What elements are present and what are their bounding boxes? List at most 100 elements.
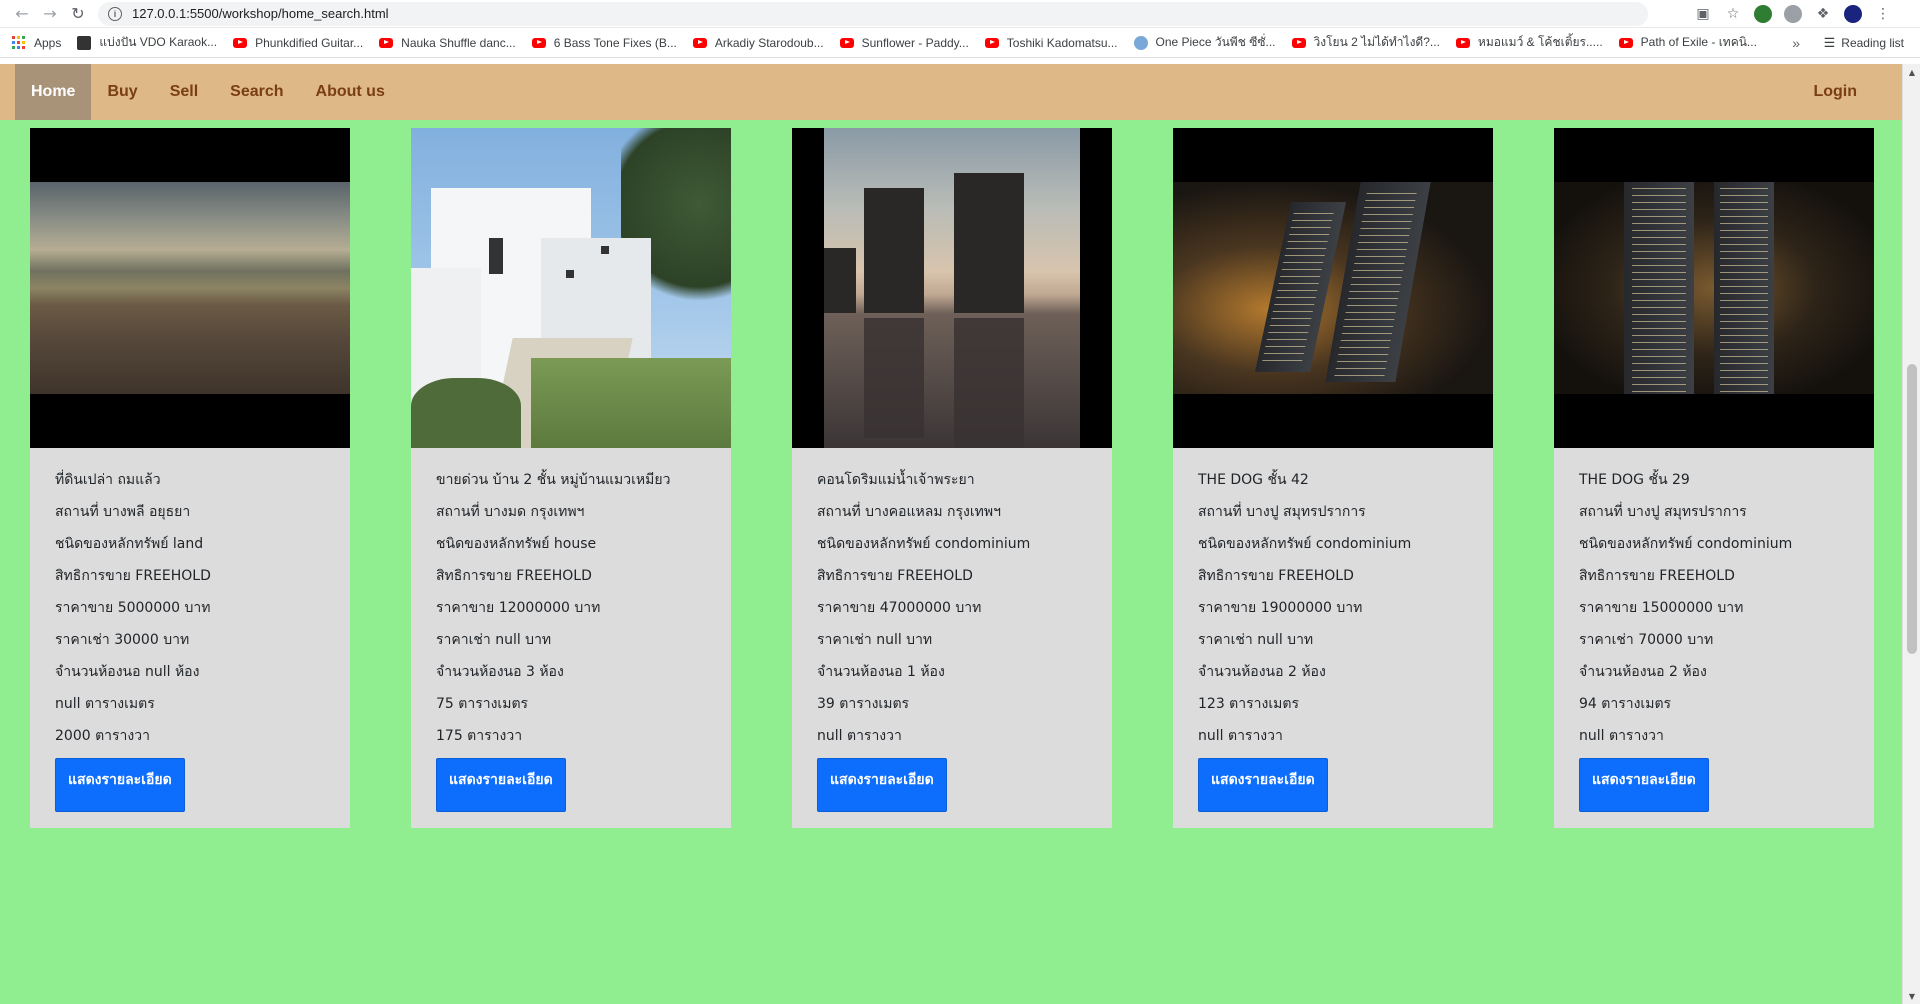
property-area-sqwa: null ตารางวา (1198, 728, 1283, 744)
property-rent-price: ราคาเช่า null บาท (436, 632, 552, 648)
property-photo (30, 128, 350, 448)
bookmark-item[interactable]: วิงโยน 2 ไม่ได้ทำไงดี?... (1291, 33, 1440, 52)
property-card-body: คอนโดริมแม่น้ำเจ้าพระยา สถานที่ บางคอแหล… (792, 448, 1112, 832)
property-card: ที่ดินเปล่า ถมแล้ว สถานที่ บางพลี อยุธยา… (30, 128, 350, 828)
youtube-icon (233, 37, 248, 48)
property-title: ขายด่วน บ้าน 2 ชั้น หมู่บ้านแมวเหมียว (436, 472, 671, 488)
bookmark-item[interactable]: One Piece วันพีช ซีซั่... (1133, 33, 1276, 52)
profile-avatar-icon[interactable] (1844, 4, 1862, 23)
bookmark-label: Path of Exile - เทคนิ... (1640, 35, 1757, 49)
property-area-sqm: 75 ตารางเมตร (436, 696, 529, 712)
bookmark-item[interactable]: Phunkdified Guitar... (233, 36, 363, 50)
bookmark-label: Sunflower - Paddy... (861, 35, 969, 50)
property-title: ที่ดินเปล่า ถมแล้ว (55, 472, 161, 488)
bookmark-label: แบ่งปัน VDO Karaok... (99, 35, 218, 49)
bookmark-item[interactable]: Path of Exile - เทคนิ... (1618, 33, 1757, 52)
bookmark-item[interactable]: Toshiki Kadomatsu... (984, 36, 1118, 50)
bookmark-apps[interactable]: Apps (12, 35, 61, 50)
address-bar[interactable]: i 127.0.0.1:5500/workshop/home_search.ht… (98, 1, 1648, 26)
property-rights: สิทธิการขาย FREEHOLD (1198, 568, 1354, 584)
property-rights: สิทธิการขาย FREEHOLD (436, 568, 592, 584)
top-navbar: Home Buy Sell Search About us Login (0, 64, 1902, 120)
youtube-icon (1618, 37, 1633, 48)
property-card: THE DOG ชั้น 42 สถานที่ บางปู สมุทรปรากา… (1173, 128, 1493, 828)
nav-buy[interactable]: Buy (91, 64, 153, 120)
extension-gray-icon[interactable] (1784, 4, 1802, 23)
bookmark-item[interactable]: หมอแมว์ & โค้ชเติ้ยร..... (1455, 33, 1603, 52)
translate-icon[interactable]: ▣ (1694, 5, 1712, 23)
scrollbar-thumb[interactable] (1907, 364, 1917, 654)
property-area-sqwa: 175 ตารางวา (436, 728, 523, 744)
youtube-icon (379, 37, 394, 48)
property-rights: สิทธิการขาย FREEHOLD (1579, 568, 1735, 584)
property-bedrooms: จำนวนห้องนอ null ห้อง (55, 664, 200, 680)
property-area-sqm: 123 ตารางเมตร (1198, 696, 1299, 712)
property-rent-price: ราคาเช่า null บาท (817, 632, 933, 648)
show-details-button[interactable]: แสดงรายละเอียด (1198, 758, 1328, 812)
property-title: คอนโดริมแม่น้ำเจ้าพระยา (817, 472, 975, 488)
property-rent-price: ราคาเช่า null บาท (1198, 632, 1314, 648)
nav-sell[interactable]: Sell (154, 64, 214, 120)
show-details-button[interactable]: แสดงรายละเอียด (436, 758, 566, 812)
property-sale-price: ราคาขาย 15000000 บาท (1579, 600, 1744, 616)
show-details-button[interactable]: แสดงรายละเอียด (1579, 758, 1709, 812)
property-location: สถานที่ บางคอแหลม กรุงเทพฯ (817, 504, 1001, 520)
url-text[interactable]: 127.0.0.1:5500/workshop/home_search.html (132, 6, 389, 21)
extensions-puzzle-icon[interactable]: ❖ (1814, 5, 1832, 23)
property-area-sqm: null ตารางเมตร (55, 696, 155, 712)
property-rights: สิทธิการขาย FREEHOLD (817, 568, 973, 584)
reload-icon[interactable]: ↻ (64, 2, 92, 26)
property-type: ชนิดของหลักทรัพย์ house (436, 536, 597, 552)
bookmark-item[interactable]: Nauka Shuffle danc... (379, 36, 516, 50)
toolbar-right-icons: ▣ ☆ ❖ ⋮ (1694, 4, 1912, 23)
bookmark-item[interactable]: Sunflower - Paddy... (839, 35, 969, 50)
bookmark-item[interactable]: Arkadiy Starodoub... (692, 36, 824, 50)
forward-arrow-icon[interactable]: → (36, 2, 64, 26)
property-card-body: ที่ดินเปล่า ถมแล้ว สถานที่ บางพลี อยุธยา… (30, 448, 350, 832)
show-details-button[interactable]: แสดงรายละเอียด (55, 758, 185, 812)
show-details-button[interactable]: แสดงรายละเอียด (817, 758, 947, 812)
bookmark-label: One Piece วันพีช ซีซั่... (1155, 35, 1276, 49)
youtube-icon (692, 37, 707, 48)
bookmark-label: Phunkdified Guitar... (255, 35, 364, 50)
nav-login[interactable]: Login (1797, 64, 1887, 120)
bookmark-label: หมอแมว์ & โค้ชเติ้ยร..... (1477, 35, 1603, 49)
property-card: THE DOG ชั้น 29 สถานที่ บางปู สมุทรปรากา… (1554, 128, 1874, 828)
bookmark-label: วิงโยน 2 ไม่ได้ทำไงดี?... (1313, 35, 1440, 49)
property-card-body: THE DOG ชั้น 29 สถานที่ บางปู สมุทรปรากา… (1554, 448, 1874, 832)
property-rent-price: ราคาเช่า 30000 บาท (55, 632, 190, 648)
reading-list-button[interactable]: ☰ Reading list (1824, 35, 1904, 51)
property-sale-price: ราคาขาย 47000000 บาท (817, 600, 982, 616)
extension-globe-icon[interactable] (1754, 4, 1772, 23)
property-sale-price: ราคาขาย 5000000 บาท (55, 600, 211, 616)
info-icon[interactable]: i (108, 6, 122, 21)
property-bedrooms: จำนวนห้องนอ 2 ห้อง (1198, 664, 1326, 680)
property-location: สถานที่ บางปู สมุทรปราการ (1198, 504, 1366, 520)
property-area-sqwa: null ตารางวา (1579, 728, 1664, 744)
property-type: ชนิดของหลักทรัพย์ condominium (1579, 536, 1793, 552)
nav-search[interactable]: Search (214, 64, 299, 120)
bookmarks-bar: Apps แบ่งปัน VDO Karaok... Phunkdified G… (0, 28, 1920, 58)
property-location: สถานที่ บางมด กรุงเทพฯ (436, 504, 585, 520)
page-scrollbar[interactable]: ▲ ▼ (1902, 64, 1920, 1004)
scroll-up-icon[interactable]: ▲ (1903, 64, 1920, 80)
reading-list-icon: ☰ (1823, 34, 1836, 50)
bookmark-item[interactable]: แบ่งปัน VDO Karaok... (77, 33, 217, 52)
property-card-body: THE DOG ชั้น 42 สถานที่ บางปู สมุทรปรากา… (1173, 448, 1493, 832)
nav-home[interactable]: Home (15, 64, 92, 120)
youtube-icon (984, 37, 999, 48)
thumbnail-icon (77, 35, 92, 50)
youtube-icon (1455, 37, 1470, 48)
scroll-down-icon[interactable]: ▼ (1903, 988, 1920, 1004)
property-photo (792, 128, 1112, 448)
property-card-body: ขายด่วน บ้าน 2 ชั้น หมู่บ้านแมวเหมียว สถ… (411, 448, 731, 832)
star-icon[interactable]: ☆ (1724, 5, 1742, 23)
property-card-list: ที่ดินเปล่า ถมแล้ว สถานที่ บางพลี อยุธยา… (30, 128, 1874, 828)
bookmark-item[interactable]: 6 Bass Tone Fixes (B... (531, 36, 677, 50)
property-photo (1173, 128, 1493, 448)
more-menu-icon[interactable]: ⋮ (1874, 5, 1892, 23)
nav-about[interactable]: About us (300, 64, 401, 120)
property-type: ชนิดของหลักทรัพย์ condominium (1198, 536, 1412, 552)
back-arrow-icon[interactable]: ← (8, 2, 36, 26)
more-bookmarks-icon[interactable]: » (1792, 35, 1800, 51)
